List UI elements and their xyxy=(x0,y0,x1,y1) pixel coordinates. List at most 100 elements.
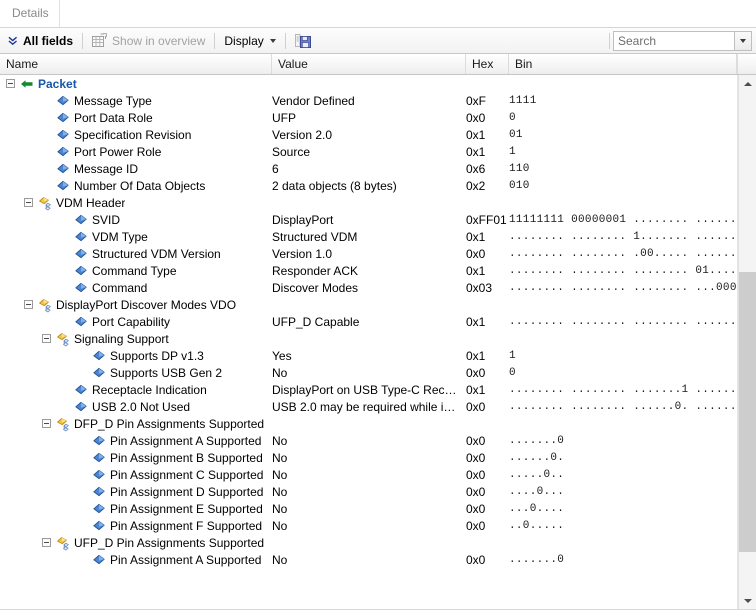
column-header-name[interactable]: Name xyxy=(0,54,272,74)
tree-row[interactable]: Pin Assignment D SupportedNo0x0....0... xyxy=(0,483,737,500)
blue-diamond-icon xyxy=(56,145,70,159)
display-menu-button[interactable]: Display xyxy=(218,30,281,52)
tree-row[interactable]: DFP_D Pin Assignments Supported xyxy=(0,415,737,432)
tree-row[interactable]: Specification RevisionVersion 2.00x101 xyxy=(0,126,737,143)
tree-indent xyxy=(0,194,24,211)
collapse-expander-icon[interactable] xyxy=(24,300,33,309)
collapse-expander-icon[interactable] xyxy=(42,334,51,343)
column-header-hex[interactable]: Hex xyxy=(466,54,509,74)
tree-row[interactable]: UFP_D Pin Assignments Supported xyxy=(0,534,737,551)
tree-row[interactable]: Port Power RoleSource0x11 xyxy=(0,143,737,160)
tree-row-hex-cell: 0x0 xyxy=(466,451,509,465)
tree-row[interactable]: SVIDDisplayPort0xFF0111111111 00000001 .… xyxy=(0,211,737,228)
tree-row-label: Pin Assignment F Supported xyxy=(110,519,262,533)
collapse-expander-icon[interactable] xyxy=(42,538,51,547)
tree-row-bin-cell: ........ ........ ........ 01...... xyxy=(509,265,737,277)
scroll-down-button[interactable] xyxy=(739,592,756,609)
green-left-arrow-icon xyxy=(20,77,34,91)
collapse-expander-icon[interactable] xyxy=(42,419,51,428)
tree-row[interactable]: Pin Assignment E SupportedNo0x0...0.... xyxy=(0,500,737,517)
tree-row-hex-cell: 0x1 xyxy=(466,230,509,244)
tree-row[interactable]: DisplayPort Discover Modes VDO xyxy=(0,296,737,313)
blue-diamond-icon xyxy=(92,502,106,516)
tree-row-name-cell: Command xyxy=(0,279,272,296)
tree-row[interactable]: USB 2.0 Not UsedUSB 2.0 may be required … xyxy=(0,398,737,415)
tree-row[interactable]: Supports DP v1.3Yes0x11 xyxy=(0,347,737,364)
tree-row-name-cell: Signaling Support xyxy=(0,330,272,347)
tree-row[interactable]: Message TypeVendor Defined0xF1111 xyxy=(0,92,737,109)
tree-row-name-cell: VDM Header xyxy=(0,194,272,211)
tree-row[interactable]: Port CapabilityUFP_D Capable0x1........ … xyxy=(0,313,737,330)
show-in-overview-label: Show in overview xyxy=(112,34,205,48)
tree-row[interactable]: Pin Assignment F SupportedNo0x0..0..... xyxy=(0,517,737,534)
tree-row-hex-cell: 0x1 xyxy=(466,145,509,159)
tree-row[interactable]: Signaling Support xyxy=(0,330,737,347)
column-header-value[interactable]: Value xyxy=(272,54,466,74)
tree-row[interactable]: Packet xyxy=(0,75,737,92)
tree-row[interactable]: Command TypeResponder ACK0x1........ ...… xyxy=(0,262,737,279)
collapse-expander-icon[interactable] xyxy=(24,198,33,207)
blue-diamond-icon xyxy=(92,451,106,465)
tree-row-label: SVID xyxy=(92,213,120,227)
field-tree[interactable]: PacketMessage TypeVendor Defined0xF1111P… xyxy=(0,75,738,609)
tree-row-name-cell: Pin Assignment A Supported xyxy=(0,432,272,449)
tree-row-bin-cell: ........ ........ ......0. ........ xyxy=(509,401,737,413)
tree-row[interactable]: Pin Assignment B SupportedNo0x0......0. xyxy=(0,449,737,466)
tab-details[interactable]: Details xyxy=(0,0,60,27)
tree-row-value-cell: No xyxy=(272,519,466,533)
tree-row-value-cell: No xyxy=(272,553,466,567)
tree-indent xyxy=(0,211,60,228)
tree-row-hex-cell: 0x0 xyxy=(466,111,509,125)
blue-diamond-icon xyxy=(56,162,70,176)
tree-row[interactable]: Number Of Data Objects2 data objects (8 … xyxy=(0,177,737,194)
tree-row[interactable]: Pin Assignment A SupportedNo0x0.......0 xyxy=(0,432,737,449)
tree-row-bin-cell: .......0 xyxy=(509,554,737,566)
show-in-overview-button[interactable]: Show in overview xyxy=(86,30,211,52)
blue-diamond-icon xyxy=(92,434,106,448)
blue-diamond-icon xyxy=(56,94,70,108)
tree-row-hex-cell: 0x0 xyxy=(466,366,509,380)
search-dropdown-button[interactable] xyxy=(735,31,752,51)
blue-diamond-icon xyxy=(74,383,88,397)
scrollbar-thumb[interactable] xyxy=(739,272,756,552)
tree-row-value-cell: 6 xyxy=(272,162,466,176)
tree-row[interactable]: CommandDiscover Modes0x03........ ......… xyxy=(0,279,737,296)
tree-row-bin-cell: 010 xyxy=(509,180,737,192)
tree-row-bin-cell: 1 xyxy=(509,350,737,362)
tree-row-hex-cell: 0x0 xyxy=(466,519,509,533)
tree-indent xyxy=(0,551,78,568)
tree-indent xyxy=(0,143,42,160)
search-box[interactable] xyxy=(613,31,735,51)
tree-row[interactable]: Receptacle IndicationDisplayPort on USB … xyxy=(0,381,737,398)
tree-row[interactable]: VDM TypeStructured VDM0x1........ ......… xyxy=(0,228,737,245)
tree-row[interactable]: Structured VDM VersionVersion 1.00x0....… xyxy=(0,245,737,262)
tree-row-bin-cell: 01 xyxy=(509,129,737,141)
tree-row[interactable]: Message ID60x6110 xyxy=(0,160,737,177)
column-header-bin[interactable]: Bin xyxy=(509,54,737,74)
tree-row[interactable]: Pin Assignment C SupportedNo0x0.....0.. xyxy=(0,466,737,483)
tree-row[interactable]: Supports USB Gen 2No0x00 xyxy=(0,364,737,381)
scroll-down-arrow-icon xyxy=(744,599,752,603)
export-button[interactable] xyxy=(289,30,322,52)
blue-diamond-icon xyxy=(74,230,88,244)
tree-row-name-cell: Port Capability xyxy=(0,313,272,330)
search-input[interactable] xyxy=(614,32,734,50)
yellow-diamond-group-icon xyxy=(56,536,71,551)
blue-diamond-icon xyxy=(92,519,106,533)
blue-diamond-icon xyxy=(56,179,70,193)
tree-row-label: Structured VDM Version xyxy=(92,247,221,261)
all-fields-button[interactable]: All fields xyxy=(2,30,79,52)
tree-row-bin-cell: ........ ........ 1....... ........ xyxy=(509,231,737,243)
scroll-up-button[interactable] xyxy=(739,75,756,92)
search-area xyxy=(606,31,754,51)
tree-row[interactable]: VDM Header xyxy=(0,194,737,211)
tree-row-bin-cell: .....0.. xyxy=(509,469,737,481)
scrollbar-track[interactable] xyxy=(739,92,756,592)
tree-row[interactable]: Port Data RoleUFP0x00 xyxy=(0,109,737,126)
tree-row[interactable]: Pin Assignment A SupportedNo0x0.......0 xyxy=(0,551,737,568)
vertical-scrollbar[interactable] xyxy=(738,75,756,609)
tree-row-bin-cell: ......0. xyxy=(509,452,737,464)
tree-row-bin-cell: .......0 xyxy=(509,435,737,447)
collapse-expander-icon[interactable] xyxy=(6,79,15,88)
tree-indent xyxy=(0,177,42,194)
